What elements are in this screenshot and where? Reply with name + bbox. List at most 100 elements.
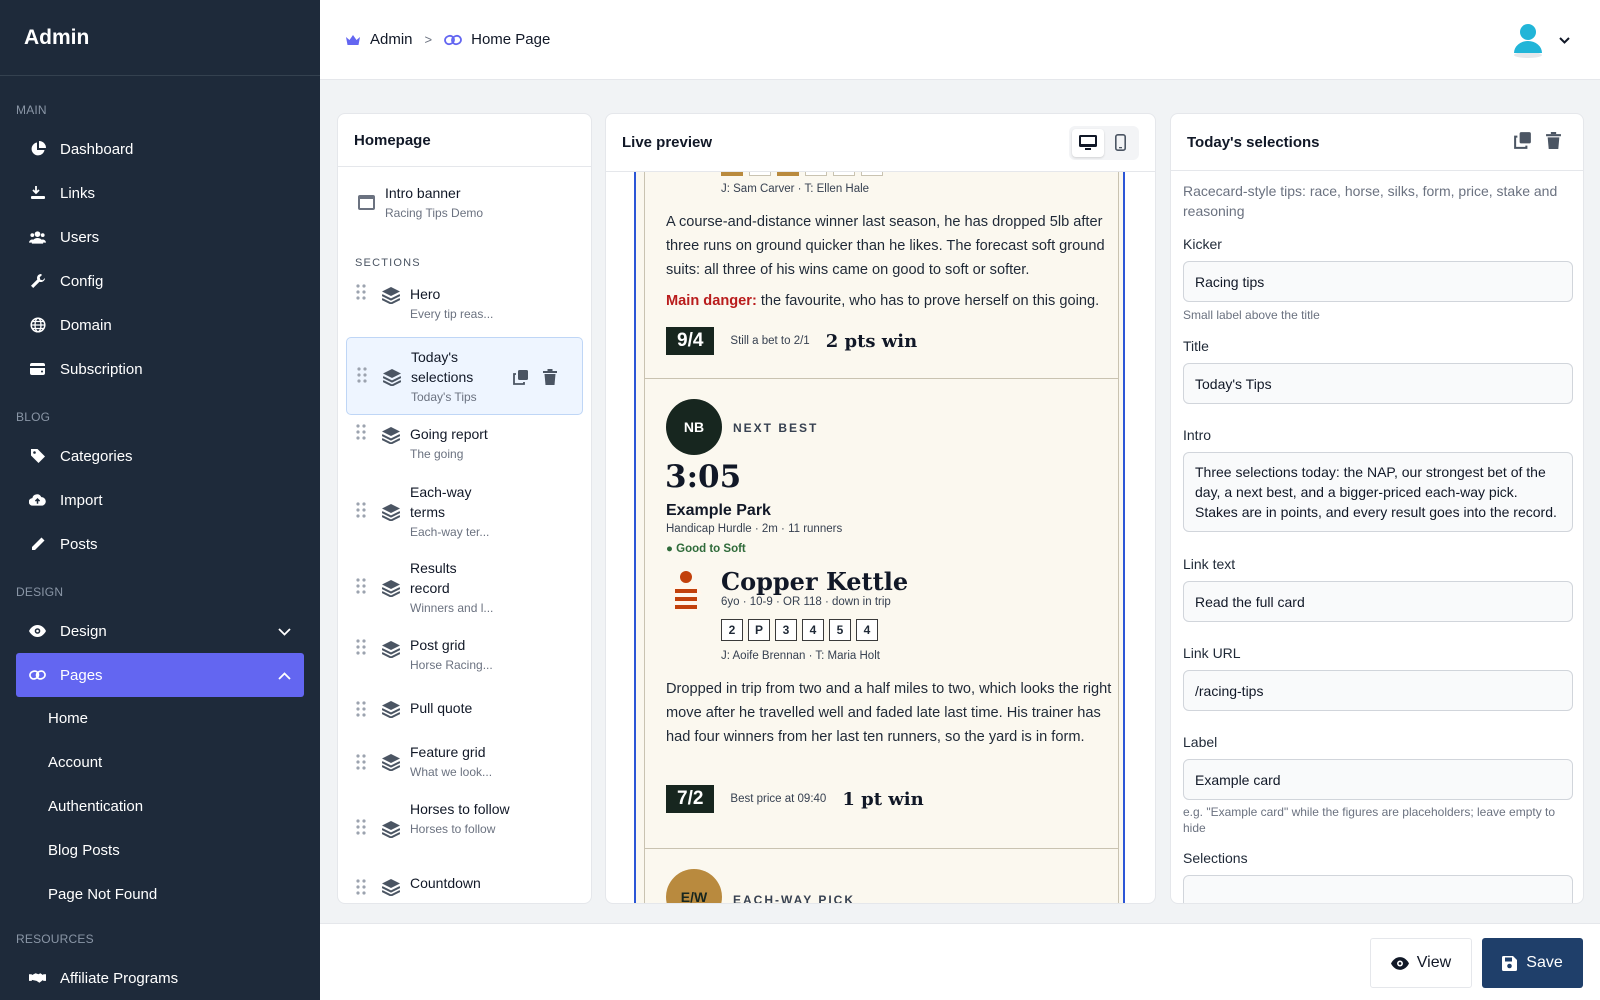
duplicate-icon[interactable] bbox=[513, 369, 529, 390]
intro-banner-title: Intro banner bbox=[385, 185, 461, 201]
live-preview-title: Live preview bbox=[622, 134, 713, 151]
card2-horse: Copper Kettle bbox=[721, 567, 909, 596]
sidebar-subitem-page-not-found[interactable]: Page Not Found bbox=[0, 873, 320, 917]
drag-handle-icon[interactable] bbox=[356, 754, 366, 775]
section-title: Today's selections bbox=[411, 349, 474, 385]
editor-title: Today's selections bbox=[1187, 133, 1320, 151]
drag-handle-icon[interactable] bbox=[356, 639, 366, 660]
section-item-pull-quote[interactable]: Pull quote bbox=[338, 689, 591, 733]
sidebar-item-users[interactable]: Users bbox=[16, 215, 304, 259]
intro-banner-sub: Racing Tips Demo bbox=[385, 206, 484, 220]
card1-price-note: Still a bet to 2/1 bbox=[730, 335, 810, 347]
sidebar-subitem-blog-posts[interactable]: Blog Posts bbox=[0, 829, 320, 873]
breadcrumb-admin[interactable]: Admin bbox=[370, 31, 413, 48]
intro-banner-item[interactable]: Intro banner Racing Tips Demo bbox=[338, 167, 591, 225]
live-preview-header: Live preview bbox=[606, 114, 1155, 172]
section-item-feature-grid[interactable]: Feature grid What we look... bbox=[338, 733, 591, 791]
chevron-down-icon[interactable] bbox=[1559, 31, 1570, 49]
cloud-upload-icon bbox=[29, 492, 46, 509]
layers-icon bbox=[381, 641, 401, 663]
chart-pie-icon bbox=[29, 141, 46, 158]
section-item-hero[interactable]: Hero Every tip reas... bbox=[338, 275, 591, 337]
section-item-results-record[interactable]: Results record Winners and l... bbox=[338, 551, 591, 629]
sidebar-group-blog: BLOG bbox=[16, 410, 51, 424]
drag-handle-icon[interactable] bbox=[356, 879, 366, 900]
section-item-post-grid[interactable]: Post grid Horse Racing... bbox=[338, 629, 591, 689]
save-button[interactable]: Save bbox=[1482, 938, 1583, 988]
silks-icon bbox=[667, 571, 705, 613]
link-text-input[interactable]: Read the full card bbox=[1183, 581, 1573, 622]
breadcrumb-home-page: Home Page bbox=[471, 31, 551, 48]
homepage-panel-title: Homepage bbox=[338, 114, 591, 167]
layers-icon bbox=[381, 701, 401, 723]
layers-icon bbox=[381, 427, 401, 449]
user-menu[interactable] bbox=[1511, 22, 1570, 58]
live-preview-panel: Live preview J: Sam Carver · T: Ellen Ha… bbox=[605, 113, 1156, 904]
sidebar-subitem-account[interactable]: Account bbox=[0, 741, 320, 785]
drag-handle-icon[interactable] bbox=[356, 284, 366, 305]
view-button[interactable]: View bbox=[1370, 938, 1472, 988]
sidebar-item-design[interactable]: Design bbox=[16, 609, 304, 653]
sidebar-item-affiliate-programs[interactable]: Affiliate Programs bbox=[16, 956, 304, 1000]
kicker-input[interactable]: Racing tips bbox=[1183, 261, 1573, 302]
section-item-countdown[interactable]: Countdown bbox=[338, 869, 591, 903]
link-url-label: Link URL bbox=[1183, 645, 1241, 661]
card2-time: 3:05 bbox=[665, 459, 742, 495]
drag-handle-icon[interactable] bbox=[356, 819, 366, 840]
intro-textarea[interactable]: Three selections today: the NAP, our str… bbox=[1183, 452, 1573, 532]
sidebar-item-pages[interactable]: Pages bbox=[16, 653, 304, 697]
layers-icon bbox=[381, 580, 401, 602]
drag-handle-icon[interactable] bbox=[357, 367, 367, 388]
drag-handle-icon[interactable] bbox=[356, 424, 366, 445]
label-input[interactable]: Example card bbox=[1183, 759, 1573, 800]
sidebar-item-config[interactable]: Config bbox=[16, 259, 304, 303]
sidebar-group-design: DESIGN bbox=[16, 585, 64, 599]
section-title: Hero bbox=[410, 286, 441, 302]
sidebar-item-categories[interactable]: Categories bbox=[16, 434, 304, 478]
sidebar-subitem-home[interactable]: Home bbox=[0, 697, 320, 741]
drag-handle-icon[interactable] bbox=[356, 701, 366, 722]
selections-list[interactable] bbox=[1183, 875, 1573, 903]
card2-form: 2 P 3 4 5 4 bbox=[721, 619, 883, 641]
sidebar-subitem-authentication[interactable]: Authentication bbox=[0, 785, 320, 829]
sidebar-item-dashboard[interactable]: Dashboard bbox=[16, 127, 304, 171]
card2-reasoning: Dropped in trip from two and a half mile… bbox=[666, 681, 1112, 745]
sections-label: SECTIONS bbox=[355, 257, 421, 269]
card1-price-row: 9/4 Still a bet to 2/1 2 pts win bbox=[666, 327, 917, 355]
sidebar-item-links[interactable]: Links bbox=[16, 171, 304, 215]
selections-label: Selections bbox=[1183, 850, 1248, 866]
section-item-going-report[interactable]: Going report The going bbox=[338, 415, 591, 473]
section-item-each-way-terms[interactable]: Each-way terms Each-way ter... bbox=[338, 473, 591, 551]
sidebar-item-posts[interactable]: Posts bbox=[16, 522, 304, 566]
duplicate-icon[interactable] bbox=[1514, 131, 1532, 153]
sidebar-item-label: Import bbox=[60, 491, 103, 509]
sidebar-item-import[interactable]: Import bbox=[16, 478, 304, 522]
desktop-view-button[interactable] bbox=[1072, 128, 1104, 157]
link-url-input[interactable]: /racing-tips bbox=[1183, 670, 1573, 711]
trash-icon[interactable] bbox=[1546, 131, 1561, 153]
sidebar-item-subscription[interactable]: Subscription bbox=[16, 347, 304, 391]
title-input[interactable]: Today's Tips bbox=[1183, 363, 1573, 404]
card2-price-row: 7/2 Best price at 09:40 1 pt win bbox=[666, 785, 924, 813]
intro-label: Intro bbox=[1183, 427, 1212, 443]
drag-handle-icon[interactable] bbox=[356, 578, 366, 599]
drag-handle-icon[interactable] bbox=[356, 502, 366, 523]
preview-frame: J: Sam Carver · T: Ellen Hale A course-a… bbox=[634, 172, 1125, 903]
sidebar-item-label: Config bbox=[60, 272, 104, 290]
sidebar-item-label: Dashboard bbox=[60, 140, 134, 158]
sidebar-item-domain[interactable]: Domain bbox=[16, 303, 304, 347]
breadcrumb: Admin > Home Page bbox=[345, 31, 550, 48]
avatar[interactable] bbox=[1511, 22, 1545, 58]
form-cell: 4 bbox=[856, 619, 878, 641]
label-label: Label bbox=[1183, 734, 1218, 750]
trash-icon[interactable] bbox=[543, 369, 557, 390]
card2-going: ● Good to Soft bbox=[666, 543, 746, 555]
section-item-horses-to-follow[interactable]: Horses to follow Horses to follow bbox=[338, 791, 591, 869]
card2-course: Example Park bbox=[666, 502, 771, 519]
section-item-todays-selections[interactable]: Today's selections Today's Tips bbox=[346, 337, 583, 415]
kicker-hint: Small label above the title bbox=[1183, 308, 1320, 322]
layers-icon bbox=[381, 879, 401, 901]
section-sub: Each-way ter... bbox=[410, 525, 490, 539]
mobile-view-button[interactable] bbox=[1104, 129, 1136, 157]
sidebar-item-label: Users bbox=[60, 228, 100, 246]
